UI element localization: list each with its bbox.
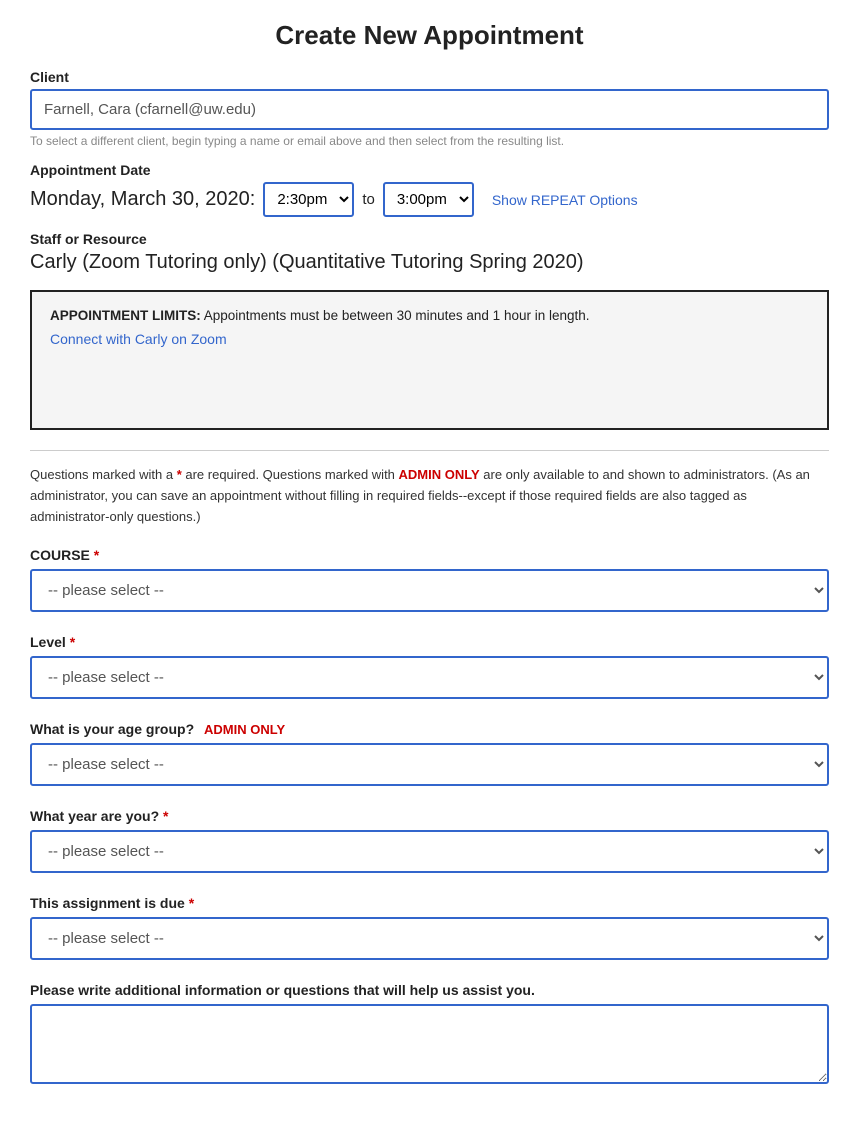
appointment-limits-bold: APPOINTMENT LIMITS: [50, 308, 201, 323]
client-label: Client [30, 69, 829, 85]
year-label: What year are you? * [30, 808, 829, 824]
level-label-text: Level [30, 634, 66, 650]
course-label: COURSE * [30, 547, 829, 563]
age-group-select[interactable]: -- please select -- [30, 743, 829, 786]
assignment-due-label: This assignment is due * [30, 895, 829, 911]
year-label-text: What year are you? [30, 808, 159, 824]
page-title: Create New Appointment [30, 20, 829, 51]
client-section: Client To select a different client, beg… [30, 69, 829, 148]
instructions-text: Questions marked with a * are required. … [30, 465, 829, 527]
appointment-date-section: Appointment Date Monday, March 30, 2020:… [30, 162, 829, 217]
end-time-select[interactable]: 3:00pm 3:30pm 4:00pm [383, 182, 474, 217]
instructions-text2: are required. Questions marked with [182, 467, 399, 482]
age-group-label-text: What is your age group? [30, 721, 194, 737]
appt-date-label: Appointment Date [30, 162, 829, 178]
appointment-limits-text: APPOINTMENT LIMITS: Appointments must be… [50, 308, 809, 323]
age-group-section: What is your age group? ADMIN ONLY -- pl… [30, 721, 829, 786]
assignment-due-required-star: * [189, 895, 194, 911]
staff-label: Staff or Resource [30, 231, 829, 247]
age-group-admin-only: ADMIN ONLY [204, 722, 285, 737]
age-group-label: What is your age group? ADMIN ONLY [30, 721, 829, 737]
year-select[interactable]: -- please select -- [30, 830, 829, 873]
zoom-link[interactable]: Connect with Carly on Zoom [50, 331, 227, 347]
course-label-text: COURSE [30, 547, 90, 563]
staff-section: Staff or Resource Carly (Zoom Tutoring o… [30, 231, 829, 274]
divider [30, 450, 829, 451]
appointment-limits-detail: Appointments must be between 30 minutes … [201, 308, 590, 323]
additional-info-textarea[interactable] [30, 1004, 829, 1084]
course-required-star: * [94, 547, 99, 563]
appointment-limits-box: APPOINTMENT LIMITS: Appointments must be… [30, 290, 829, 430]
assignment-due-select[interactable]: -- please select -- [30, 917, 829, 960]
start-time-select[interactable]: 2:30pm 3:00pm 3:30pm [263, 182, 354, 217]
to-label: to [362, 191, 375, 208]
year-required-star: * [163, 808, 168, 824]
additional-info-label: Please write additional information or q… [30, 982, 829, 998]
assignment-due-section: This assignment is due * -- please selec… [30, 895, 829, 960]
staff-name: Carly (Zoom Tutoring only) (Quantitative… [30, 251, 829, 274]
instructions-text1: Questions marked with a [30, 467, 177, 482]
level-section: Level * -- please select -- [30, 634, 829, 699]
client-hint: To select a different client, begin typi… [30, 134, 829, 148]
repeat-options-link[interactable]: Show REPEAT Options [492, 192, 638, 208]
course-select[interactable]: -- please select -- [30, 569, 829, 612]
level-label: Level * [30, 634, 829, 650]
instructions-admin-only: ADMIN ONLY [399, 467, 480, 482]
level-required-star: * [70, 634, 75, 650]
assignment-due-label-text: This assignment is due [30, 895, 185, 911]
level-select[interactable]: -- please select -- [30, 656, 829, 699]
appt-date-row: Monday, March 30, 2020: 2:30pm 3:00pm 3:… [30, 182, 829, 217]
client-input[interactable] [30, 89, 829, 130]
year-section: What year are you? * -- please select -- [30, 808, 829, 873]
appt-date-value: Monday, March 30, 2020: [30, 188, 255, 211]
additional-info-section: Please write additional information or q… [30, 982, 829, 1087]
course-section: COURSE * -- please select -- [30, 547, 829, 612]
